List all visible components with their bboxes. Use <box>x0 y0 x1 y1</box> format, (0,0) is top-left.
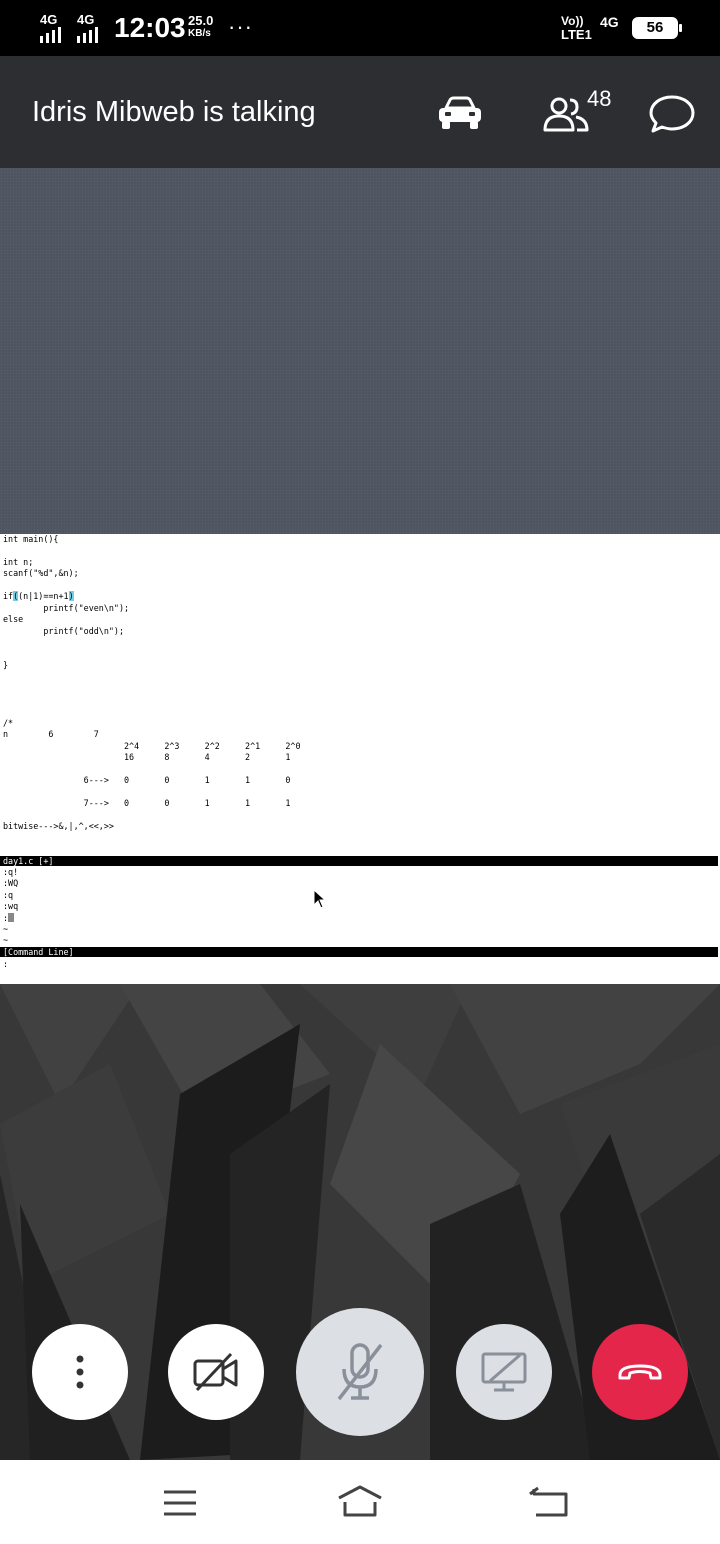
network-speed: 25.0 KB/s <box>188 14 213 40</box>
speaker-title: Idris Mibweb is talking <box>32 96 316 128</box>
volte-indicator: Vo)) LTE1 <box>561 14 592 42</box>
video-feed <box>0 168 720 534</box>
camera-off-icon <box>193 1352 238 1392</box>
volte-top: Vo)) <box>561 14 584 28</box>
code-line: 6---> 0 0 1 1 0 <box>3 775 291 785</box>
code-line: /* <box>3 718 14 728</box>
more-notifications-icon: ··· <box>228 14 253 39</box>
menu-icon[interactable] <box>162 1488 198 1518</box>
command-line-bar: [Command Line] <box>0 947 718 957</box>
code-line: n 6 7 <box>3 729 99 739</box>
status-bar: 4G 4G 12:03 25.0 KB/s ··· Vo)) LTE1 4G 5… <box>0 0 720 56</box>
command-history-item: :WQ <box>3 878 19 888</box>
code-line: 2^4 2^3 2^2 2^1 2^0 <box>3 741 301 751</box>
network-type-2: 4G <box>77 12 95 27</box>
screen-share-off-icon <box>481 1352 527 1392</box>
bracket-highlight: ) <box>68 591 74 601</box>
back-icon[interactable] <box>528 1486 570 1518</box>
command-history-item: :q! <box>3 867 19 877</box>
network-type-1: 4G <box>40 12 58 27</box>
camera-toggle-button[interactable] <box>168 1324 264 1420</box>
tilde-line: ~ <box>3 935 9 945</box>
participants-count: 48 <box>587 86 612 111</box>
command-prompt: : <box>3 959 9 969</box>
code-line: } <box>3 660 9 670</box>
code-line: scanf("%d",&n); <box>3 568 79 578</box>
mic-toggle-button[interactable] <box>296 1308 424 1436</box>
shared-screen: int main(){ int n; scanf("%d",&n); if((n… <box>0 534 720 984</box>
vim-status-line: day1.c [+] <box>0 856 718 866</box>
home-icon[interactable] <box>336 1484 384 1518</box>
call-header: Idris Mibweb is talking 48 <box>0 56 720 168</box>
more-options-button[interactable] <box>32 1324 128 1420</box>
end-call-button[interactable] <box>592 1324 688 1420</box>
code-line: bitwise--->&,|,^,<<,>> <box>3 821 114 831</box>
network-type-3: 4G <box>600 14 619 30</box>
code-line: 16 8 4 2 1 <box>3 752 291 762</box>
code-line: int n; <box>3 557 34 567</box>
battery-icon: 56 <box>632 17 682 39</box>
mic-off-icon <box>337 1343 383 1401</box>
volte-bottom: LTE1 <box>561 27 592 42</box>
car-mode-icon[interactable] <box>436 96 484 132</box>
tilde-line: ~ <box>3 924 9 934</box>
clock: 12:03 <box>114 12 186 43</box>
system-nav-bar <box>0 1460 720 1544</box>
screen-share-button[interactable] <box>456 1324 552 1420</box>
code-line: int main(){ <box>3 534 59 544</box>
code-token: (n|1)==n+1 <box>18 591 69 601</box>
end-call-icon <box>618 1364 662 1380</box>
code-line: 7---> 0 0 1 1 1 <box>3 798 291 808</box>
more-options-icon <box>76 1355 84 1389</box>
text-cursor <box>8 913 15 922</box>
command-history-item: :wq <box>3 901 19 911</box>
signal-bars-icon <box>77 27 98 43</box>
code-line-if: if((n|1)==n+1) <box>3 591 74 603</box>
code-token: if <box>3 591 14 601</box>
speed-value: 25.0 <box>188 13 214 28</box>
speed-unit: KB/s <box>188 28 211 39</box>
command-prompt: : <box>3 913 15 925</box>
chat-icon[interactable] <box>648 94 696 134</box>
code-line: printf("odd\n"); <box>3 626 125 636</box>
command-history-item: :q <box>3 890 14 900</box>
mouse-pointer-icon <box>313 889 327 909</box>
code-line: printf("even\n"); <box>3 603 130 613</box>
signal-bars-icon <box>40 27 61 43</box>
participants-icon[interactable] <box>543 96 589 132</box>
code-line: else <box>3 614 24 624</box>
